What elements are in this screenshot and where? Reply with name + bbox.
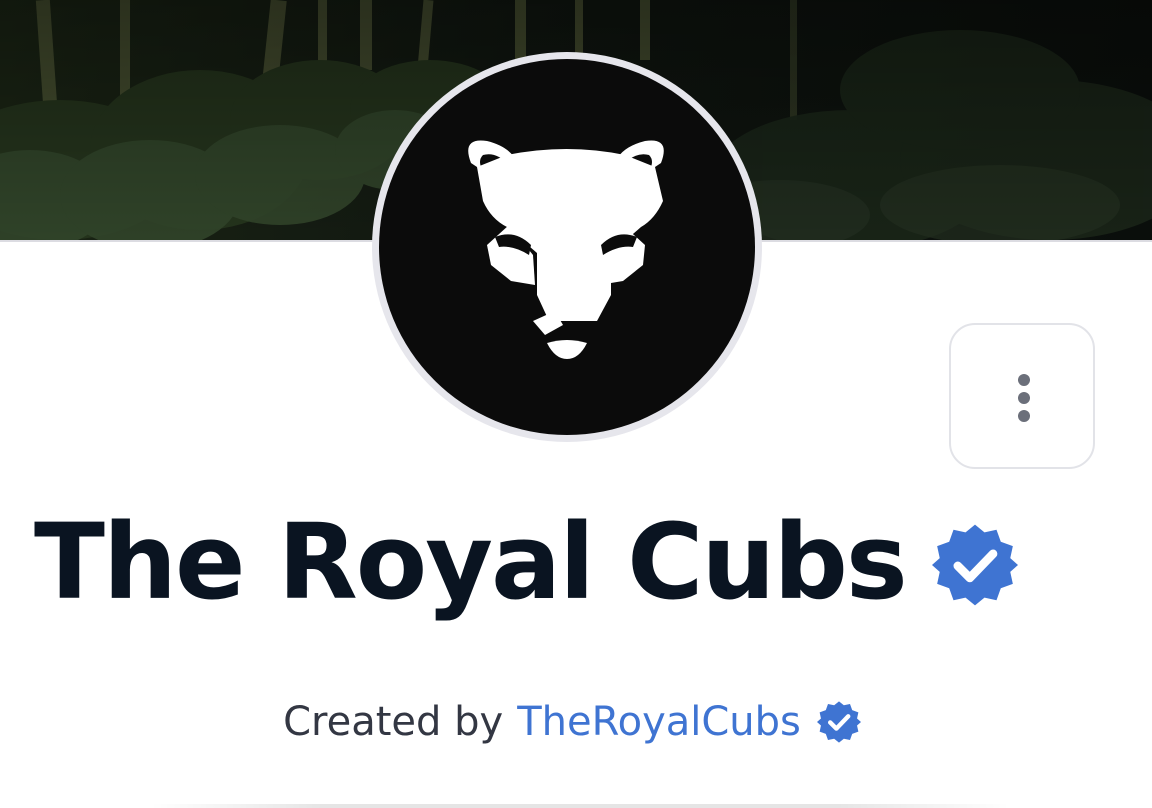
verified-badge-icon [931, 524, 1018, 606]
ellipsis-dot [1018, 374, 1030, 386]
creator-prefix: Created by [283, 699, 504, 745]
creator-row: Created by TheRoyalCubs [0, 692, 1152, 752]
ellipsis-dot [1018, 410, 1030, 422]
verified-badge-icon [816, 701, 861, 743]
collection-page: The Royal Cubs Created by TheRoyalCubs [0, 0, 1152, 808]
collection-title: The Royal Cubs [34, 501, 908, 623]
collection-title-row: The Royal Cubs [34, 492, 1018, 632]
lion-cub-logo-icon [468, 140, 664, 359]
collection-avatar[interactable] [379, 59, 755, 435]
creator-link[interactable]: TheRoyalCubs [517, 699, 801, 745]
section-divider [150, 804, 1010, 808]
ellipsis-dot [1018, 392, 1030, 404]
more-options-button[interactable] [949, 323, 1095, 469]
